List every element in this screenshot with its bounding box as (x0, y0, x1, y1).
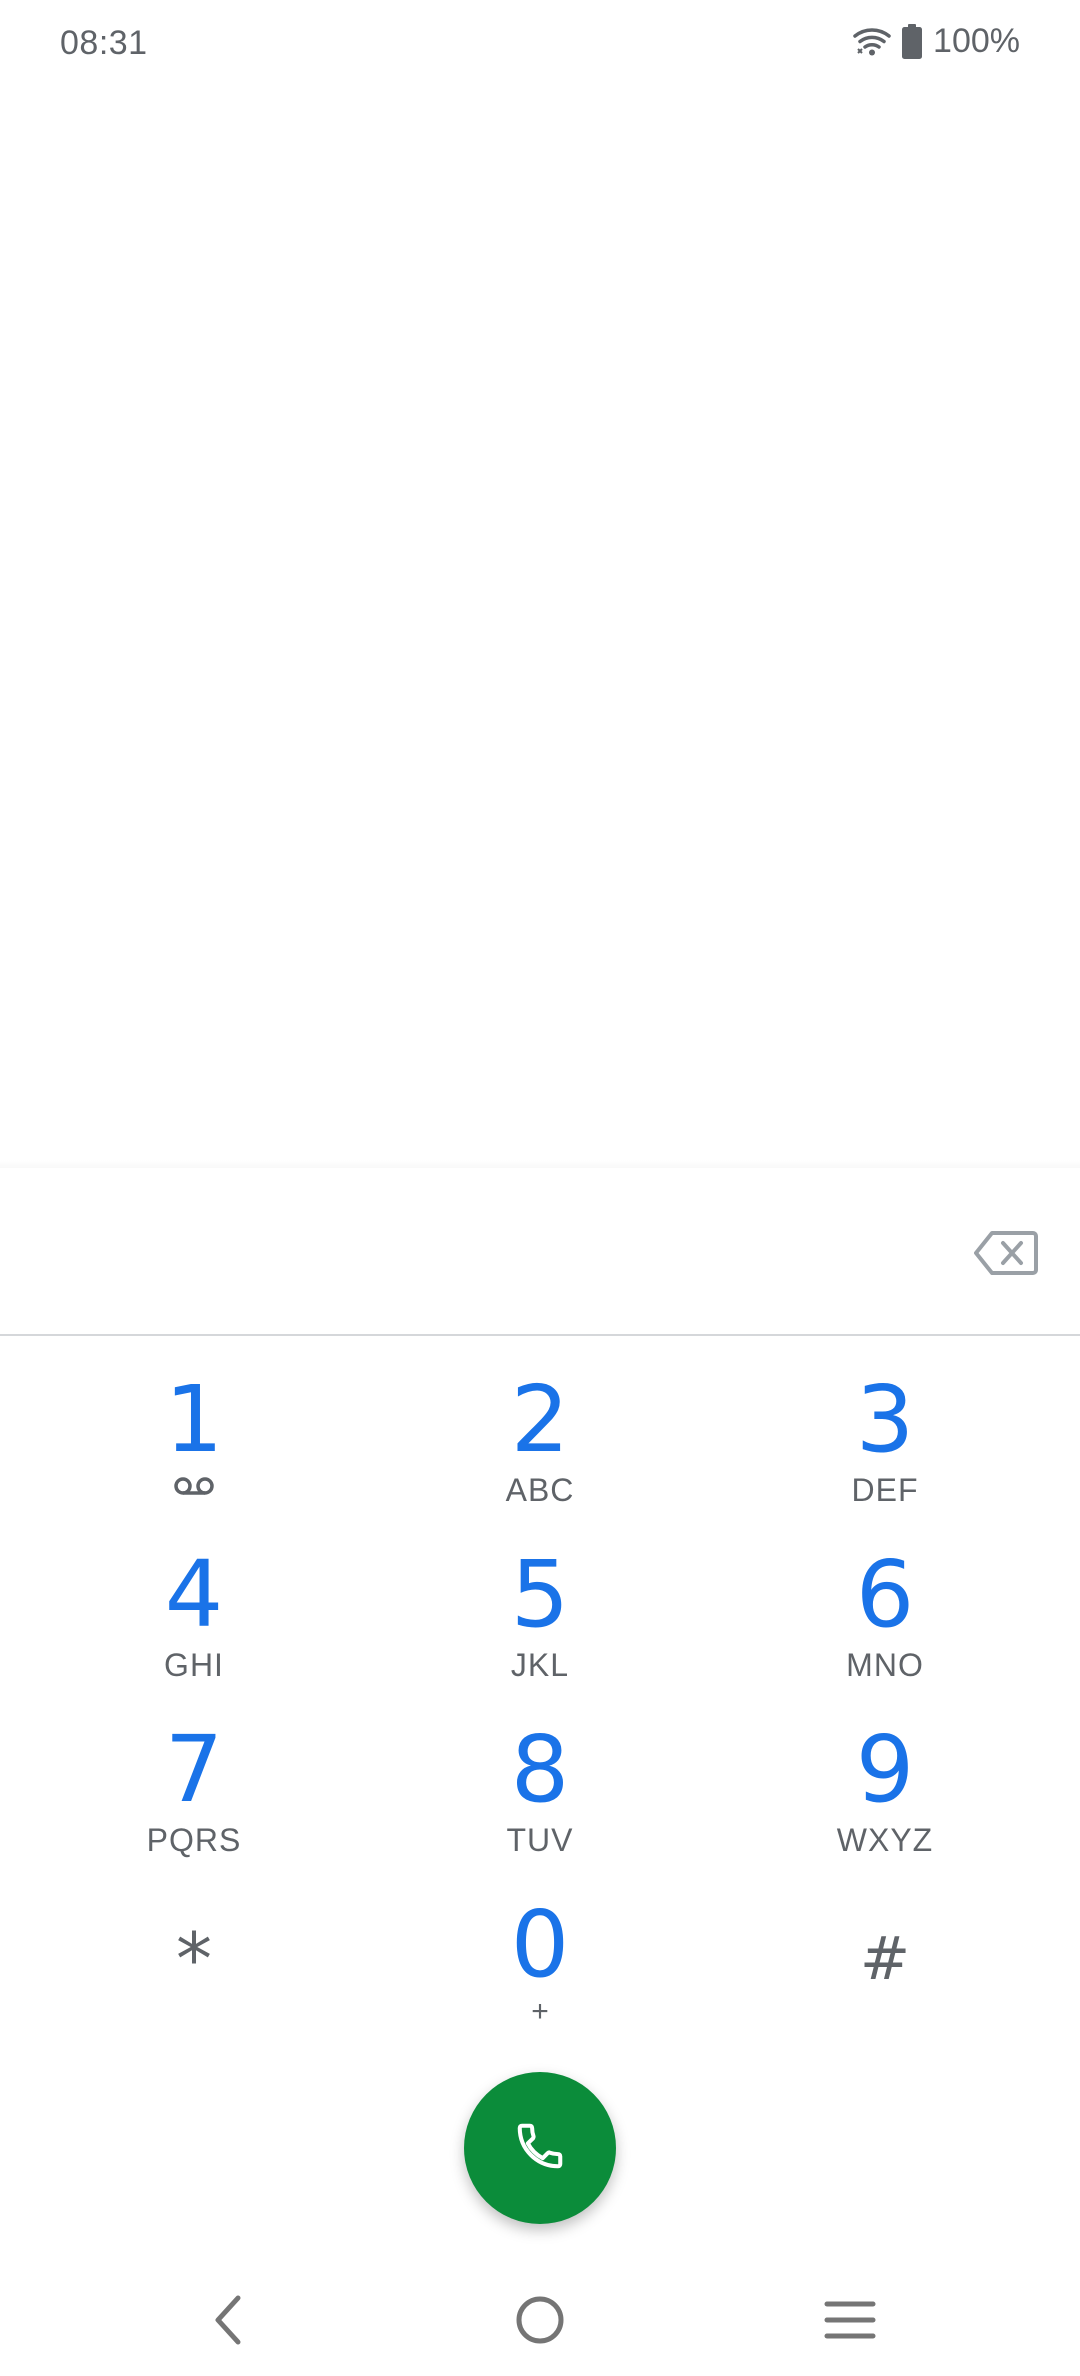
key-digit: 4 (164, 1541, 224, 1648)
battery-icon (901, 23, 923, 60)
back-icon (210, 2294, 246, 2351)
dialer-screen: 08:31 100% 1 2 ABC 3 DEF 4 GHI 5 JKL 6 M… (0, 0, 1080, 2376)
key-symbol: # (859, 1924, 911, 1994)
status-icons: 100% (853, 22, 1020, 61)
key-letters: WXYZ (836, 1822, 934, 1858)
dial-key-2[interactable]: 2 ABC (390, 1368, 690, 1528)
backspace-icon (974, 1230, 1038, 1281)
key-letters: ABC (505, 1472, 575, 1508)
phone-icon (513, 2119, 567, 2178)
dial-key-5[interactable]: 5 JKL (390, 1543, 690, 1703)
key-digit: 3 (855, 1366, 915, 1473)
dial-key-1[interactable]: 1 (44, 1368, 344, 1528)
dial-key-9[interactable]: 9 WXYZ (735, 1718, 1035, 1878)
call-log-area (0, 90, 1080, 1165)
voicemail-icon (44, 1476, 344, 1496)
recents-button[interactable] (805, 2282, 895, 2362)
key-digit: 8 (510, 1716, 570, 1823)
dial-key-0[interactable]: 0 + (390, 1893, 690, 2053)
dial-key-4[interactable]: 4 GHI (44, 1543, 344, 1703)
key-digit: 2 (510, 1366, 570, 1473)
key-letters: PQRS (146, 1822, 242, 1858)
call-button[interactable] (464, 2072, 616, 2224)
key-plus: + (531, 1995, 549, 2028)
dial-key-pound[interactable]: # (735, 1893, 1035, 2053)
key-digit: 6 (855, 1541, 915, 1648)
battery-percent: 100% (933, 22, 1020, 60)
key-letters: DEF (851, 1472, 919, 1508)
dial-key-6[interactable]: 6 MNO (735, 1543, 1035, 1703)
back-button[interactable] (183, 2282, 273, 2362)
status-time: 08:31 (60, 24, 148, 62)
home-button[interactable] (495, 2282, 585, 2362)
phone-number-input[interactable] (60, 1214, 944, 1296)
wifi-icon (853, 27, 891, 57)
backspace-button[interactable] (968, 1222, 1044, 1288)
status-bar: 08:31 100% (0, 0, 1080, 90)
dial-key-3[interactable]: 3 DEF (735, 1368, 1035, 1528)
key-letters: MNO (846, 1647, 924, 1683)
key-letters: GHI (164, 1647, 224, 1683)
key-digit: 1 (164, 1366, 224, 1473)
recents-icon (824, 2298, 876, 2347)
key-digit: 5 (510, 1541, 570, 1648)
navigation-bar (0, 2270, 1080, 2376)
number-field (0, 1180, 1080, 1336)
key-digit: 7 (164, 1716, 224, 1823)
home-icon (514, 2294, 566, 2351)
key-digit: 0 (510, 1891, 570, 1998)
key-symbol: * (176, 1917, 212, 2001)
key-letters: JKL (510, 1647, 570, 1683)
dial-key-7[interactable]: 7 PQRS (44, 1718, 344, 1878)
key-letters: TUV (506, 1822, 574, 1858)
dial-key-8[interactable]: 8 TUV (390, 1718, 690, 1878)
dial-key-star[interactable]: * (44, 1893, 344, 2053)
key-digit: 9 (855, 1716, 915, 1823)
